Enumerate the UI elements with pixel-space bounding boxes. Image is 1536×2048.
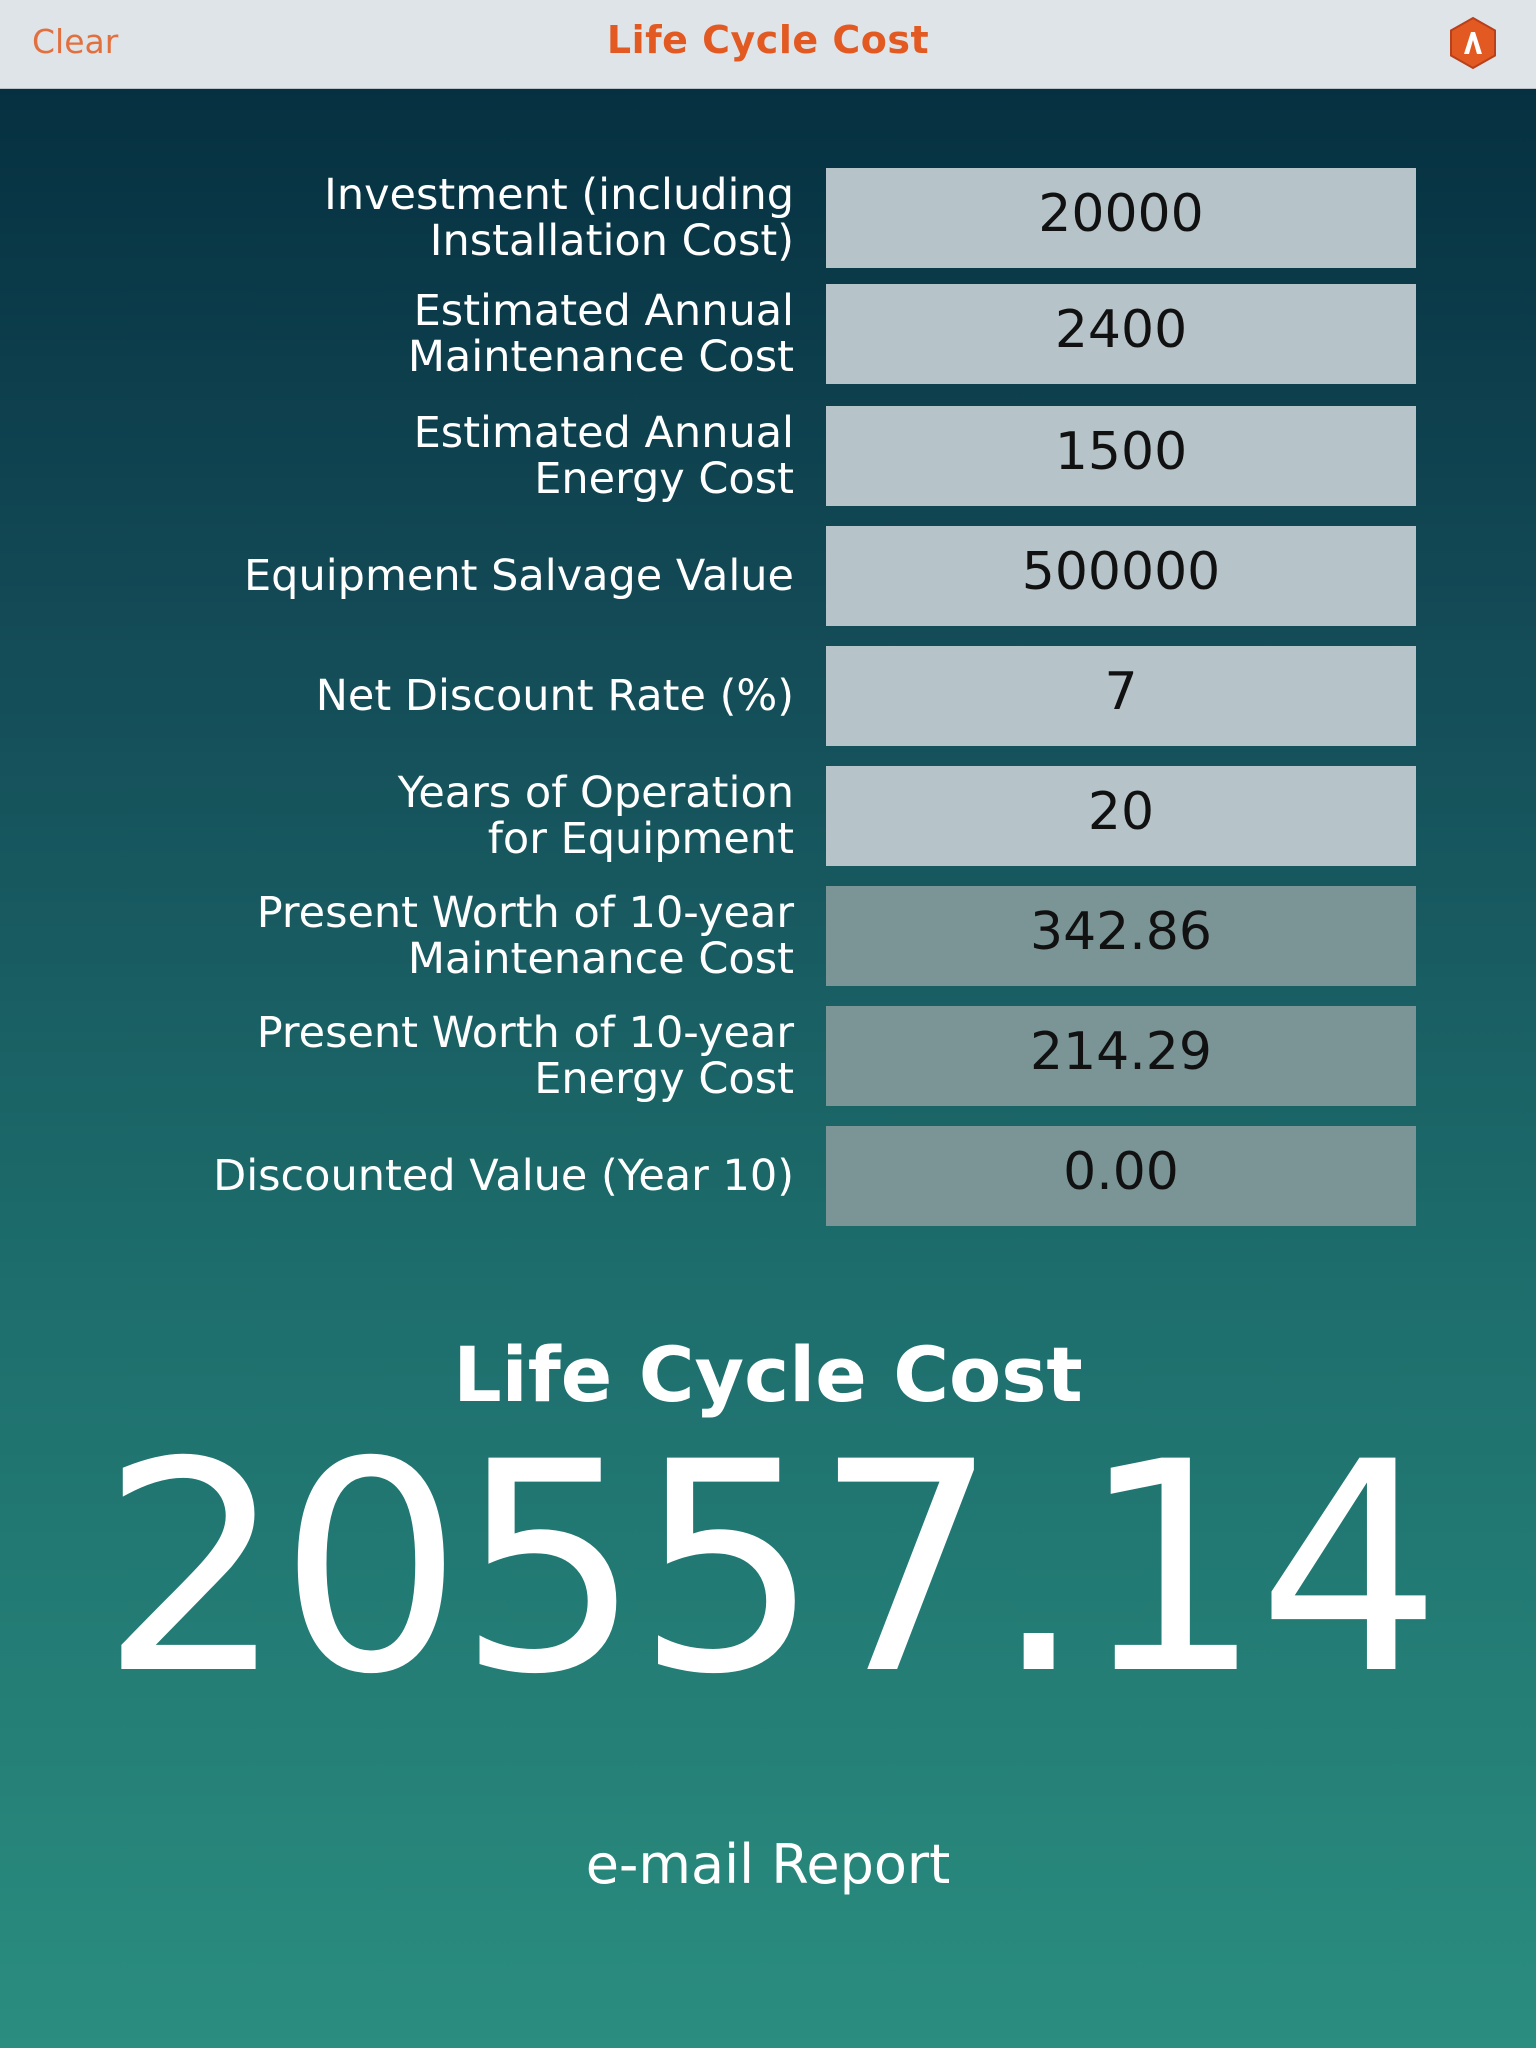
result-value: 20557.14 [100,1401,1442,1738]
years-operation-row: Years of Operation for Equipment [0,766,1536,866]
salvage-value-label: Equipment Salvage Value [244,551,794,601]
discount-rate-row: Net Discount Rate (%) [0,646,1536,746]
pw-energy-value: 214.29 [826,1006,1416,1106]
discount-rate-input[interactable] [826,646,1416,746]
salvage-value-row: Equipment Salvage Value [0,526,1536,626]
pw-maintenance-row: Present Worth of 10-year Maintenance Cos… [0,886,1536,986]
page-title: Life Cycle Cost [606,18,930,62]
email-report-button[interactable]: e-mail Report [468,1825,1068,1905]
maintenance-cost-row: Estimated Annual Maintenance Cost [0,284,1536,384]
discounted-value-value: 0.00 [826,1126,1416,1226]
years-operation-input[interactable] [826,766,1416,866]
pw-maintenance-label: Present Worth of 10-year Maintenance Cos… [256,888,794,984]
salvage-value-input[interactable] [826,526,1416,626]
investment-row: Investment (including Installation Cost) [0,168,1536,268]
pw-energy-label: Present Worth of 10-year Energy Cost [256,1008,794,1104]
pw-maintenance-value: 342.86 [826,886,1416,986]
energy-cost-row: Estimated Annual Energy Cost [0,406,1536,506]
app-logo-icon[interactable] [1446,16,1500,70]
discount-rate-label: Net Discount Rate (%) [315,671,794,721]
investment-label: Investment (including Installation Cost) [324,170,794,266]
years-operation-label: Years of Operation for Equipment [397,768,794,864]
energy-cost-label: Estimated Annual Energy Cost [413,408,794,504]
maintenance-cost-input[interactable] [826,284,1416,384]
pw-energy-row: Present Worth of 10-year Energy Cost 214… [0,1006,1536,1106]
maintenance-cost-label: Estimated Annual Maintenance Cost [407,286,794,382]
discounted-value-label: Discounted Value (Year 10) [213,1151,794,1201]
discounted-value-row: Discounted Value (Year 10) 0.00 [0,1126,1536,1226]
investment-input[interactable] [826,168,1416,268]
navigation-bar: Clear Life Cycle Cost [0,0,1536,89]
energy-cost-input[interactable] [826,406,1416,506]
